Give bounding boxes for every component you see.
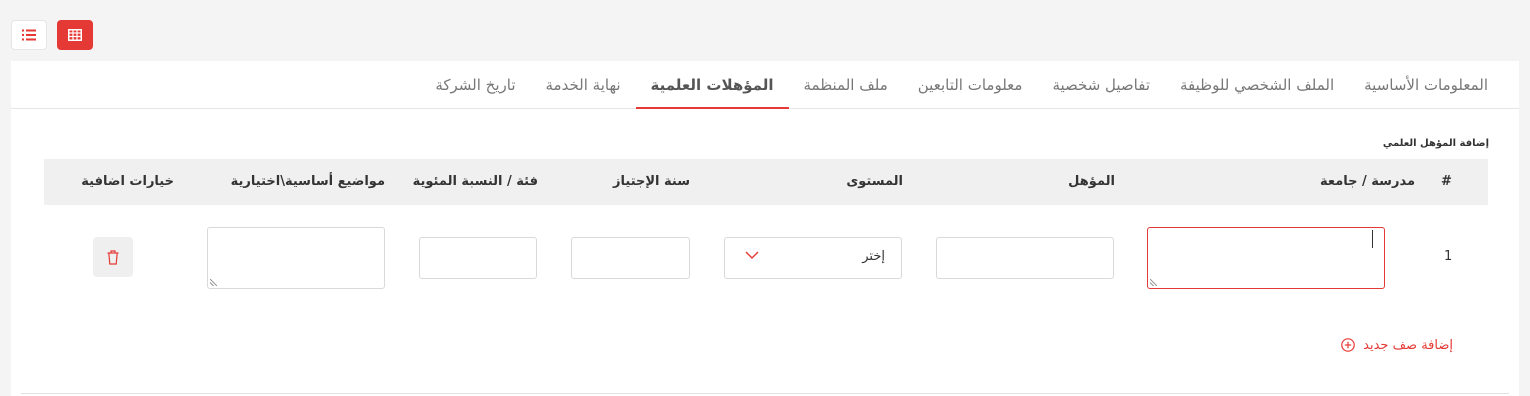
plus-circle-icon bbox=[1341, 338, 1355, 352]
header-grade: فئة / النسبة المئوية bbox=[412, 174, 538, 189]
tab-end-of-service[interactable]: نهاية الخدمة bbox=[531, 61, 636, 108]
tab-job-profile[interactable]: الملف الشخصي للوظيفة bbox=[1165, 61, 1349, 108]
header-subjects: مواضيع أساسية\اختيارية bbox=[230, 174, 385, 189]
tab-dependents[interactable]: معلومات التابعين bbox=[903, 61, 1038, 108]
row-number: 1 bbox=[1444, 249, 1453, 264]
grade-input[interactable] bbox=[419, 237, 537, 279]
tab-bar: المعلومات الأساسية الملف الشخصي للوظيفة … bbox=[11, 61, 1519, 109]
subjects-textarea[interactable] bbox=[207, 227, 385, 289]
tab-organization[interactable]: ملف المنظمة bbox=[789, 61, 903, 108]
resize-handle[interactable] bbox=[1150, 279, 1157, 286]
header-year: سنة الإجتياز bbox=[613, 174, 690, 189]
divider bbox=[21, 393, 1509, 394]
delete-row-button[interactable] bbox=[93, 237, 133, 277]
table-view-button[interactable] bbox=[57, 20, 93, 50]
tab-basic-info[interactable]: المعلومات الأساسية bbox=[1349, 61, 1503, 108]
level-select[interactable]: إختر bbox=[724, 237, 902, 279]
header-qualification: المؤهل bbox=[1068, 174, 1115, 189]
tab-company-history[interactable]: تاريخ الشركة bbox=[420, 61, 530, 108]
header-level: المستوى bbox=[846, 174, 903, 189]
school-textarea[interactable] bbox=[1147, 227, 1385, 289]
add-row-label: إضافة صف جديد bbox=[1363, 337, 1453, 353]
chevron-down-icon bbox=[745, 251, 759, 259]
table-icon bbox=[68, 29, 82, 41]
add-row-button[interactable]: إضافة صف جديد bbox=[1341, 335, 1453, 355]
qualification-input[interactable] bbox=[936, 237, 1114, 279]
section-title: إضافة المؤهل العلمي bbox=[1382, 138, 1489, 149]
list-view-button[interactable] bbox=[11, 20, 47, 50]
year-input[interactable] bbox=[571, 237, 690, 279]
list-icon bbox=[22, 29, 36, 41]
content-panel: المعلومات الأساسية الملف الشخصي للوظيفة … bbox=[11, 61, 1519, 396]
trash-icon bbox=[107, 249, 119, 265]
header-num: # bbox=[1441, 174, 1452, 189]
text-caret bbox=[1372, 230, 1373, 248]
level-select-value: إختر bbox=[862, 249, 885, 264]
resize-handle[interactable] bbox=[210, 279, 217, 286]
header-options: خيارات اضافية bbox=[81, 174, 174, 189]
tab-personal-details[interactable]: تفاصيل شخصية bbox=[1037, 61, 1165, 108]
header-school: مدرسة / جامعة bbox=[1319, 174, 1415, 189]
tab-qualifications[interactable]: المؤهلات العلمية bbox=[635, 61, 789, 109]
table-header: # مدرسة / جامعة المؤهل المستوى سنة الإجت… bbox=[44, 159, 1488, 205]
